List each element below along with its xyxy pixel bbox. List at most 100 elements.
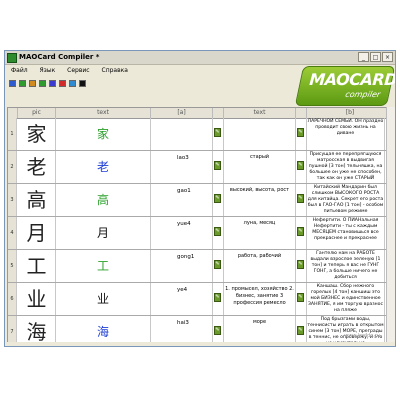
edit-cell-a: ✎ <box>213 217 224 249</box>
translation-cell[interactable]: старый <box>224 151 296 183</box>
edit-icon[interactable]: ✎ <box>297 161 304 170</box>
table-row[interactable]: 6 业业 ye4 ✎ 1. промысел, хозяйство 2. бизнес,… <box>8 283 392 316</box>
minimize-button[interactable]: _ <box>358 52 369 62</box>
mnemonic-cell[interactable]: Нефертити. О ПИАНальная Нефертити - ты с… <box>307 217 385 249</box>
edit-cell-a: ✎ <box>213 184 224 216</box>
edit-cell-b: ✎ <box>296 217 307 249</box>
toolbar-button-6[interactable] <box>59 80 66 87</box>
toolbar-button-2[interactable] <box>19 80 26 87</box>
edit-icon[interactable]: ✎ <box>214 293 221 302</box>
pinyin-cell[interactable]: ye4 <box>151 283 213 315</box>
maocard-logo: MAOCARD compiler <box>294 66 396 106</box>
row-number: 7 <box>8 316 17 344</box>
table-row[interactable]: 4 月月 yue4 ✎ луна, месяц ✎ Нефертити. О ПИАНаль… <box>8 217 392 250</box>
translation-cell[interactable]: 1. промысел, хозяйство 2. бизнес, заняти… <box>224 283 296 315</box>
pinyin-cell[interactable]: hai3 <box>151 316 213 344</box>
translation-cell[interactable]: море <box>224 316 296 344</box>
translation-cell[interactable] <box>224 118 296 150</box>
menu-service[interactable]: Сервис <box>67 65 89 77</box>
pinyin-cell[interactable]: yue4 <box>151 217 213 249</box>
menu-language[interactable]: Язык <box>40 65 56 77</box>
edit-icon[interactable]: ✎ <box>297 260 304 269</box>
toolbar-button-5[interactable] <box>49 80 56 87</box>
hanzi-colored: 月 <box>56 217 151 249</box>
edit-icon[interactable]: ✎ <box>297 227 304 236</box>
hanzi-colored: 高 <box>56 184 151 216</box>
mnemonic-cell[interactable]: Под брызгами воды, теннисисты играть в о… <box>307 316 385 344</box>
table-row[interactable]: 2 老老 lao3 ✎ старый ✎ Присущая ее перепрягшуюся… <box>8 151 392 184</box>
hanzi-colored: 业 <box>56 283 151 315</box>
menu-file[interactable]: Файл <box>11 65 28 77</box>
edit-cell-b: ✎ <box>296 184 307 216</box>
edit-icon[interactable]: ✎ <box>297 293 304 302</box>
mnemonic-cell[interactable]: Присущая ее перепрягшуюся матросская в в… <box>307 151 385 183</box>
app-window: MAOCard Compiler * _ □ × Файл Язык Серви… <box>4 50 396 347</box>
logo-title: MAOCARD <box>308 70 396 89</box>
pinyin-cell[interactable]: gao1 <box>151 184 213 216</box>
status-bar <box>5 342 395 346</box>
mnemonic-cell[interactable]: Гантелю нам на РАБОТЕ выдали взрослое зе… <box>307 250 385 282</box>
translation-cell[interactable]: работа, рабочий <box>224 250 296 282</box>
edit-cell-a: ✎ <box>213 151 224 183</box>
edit-cell-b: ✎ <box>296 151 307 183</box>
translation-cell[interactable]: высокий, высота, рост <box>224 184 296 216</box>
pinyin-cell[interactable] <box>151 118 213 150</box>
table-row[interactable]: 7 海海 hai3 ✎ море ✎ Под брызгами воды, теннисис… <box>8 316 392 344</box>
col-header-btn1 <box>213 108 224 118</box>
edit-icon[interactable]: ✎ <box>297 326 304 335</box>
edit-icon[interactable]: ✎ <box>214 128 221 137</box>
hanzi-colored: 工 <box>56 250 151 282</box>
app-icon <box>7 53 17 63</box>
row-number: 4 <box>8 217 17 249</box>
toolbar-button-7[interactable] <box>69 80 76 87</box>
edit-icon[interactable]: ✎ <box>297 128 304 137</box>
table-row[interactable]: 3 高高 gao1 ✎ высокий, высота, рост ✎ Китайский … <box>8 184 392 217</box>
hanzi-picture: 业 <box>18 283 56 315</box>
hanzi-colored: 海 <box>56 316 151 344</box>
pinyin-cell[interactable]: lao3 <box>151 151 213 183</box>
menu-help[interactable]: Справка <box>102 65 128 77</box>
mnemonic-cell[interactable]: Каншаш. Сбор нежного горелых [4 тон] кан… <box>307 283 385 315</box>
toolbar-button-8[interactable] <box>79 80 86 87</box>
mnemonic-cell[interactable]: Китайский Мандарин был слишком ВЫСОКОГО … <box>307 184 385 216</box>
edit-icon[interactable]: ✎ <box>297 194 304 203</box>
edit-cell-b: ✎ <box>296 316 307 344</box>
hanzi-picture: 高 <box>18 184 56 216</box>
maximize-button[interactable]: □ <box>370 52 381 62</box>
col-header-pic[interactable]: pic <box>18 108 56 118</box>
card-grid: pic text [a] text [b] 1 家家 ✎ ✎ ЛАРЕЧНОЙ СЕМЬ… <box>7 107 393 345</box>
col-header-btn2 <box>296 108 307 118</box>
hanzi-picture: 家 <box>18 118 56 150</box>
row-number: 2 <box>8 151 17 183</box>
col-header-b[interactable]: [b] <box>307 108 392 118</box>
toolbar-button-3[interactable] <box>29 80 36 87</box>
edit-cell-a: ✎ <box>213 118 224 150</box>
logo-subtitle: compiler <box>344 90 382 99</box>
mnemonic-cell[interactable]: ЛАРЕЧНОЙ СЕМЬИ. ОН праздно проводит свою… <box>307 118 385 150</box>
edit-icon[interactable]: ✎ <box>214 326 221 335</box>
hanzi-colored: 老 <box>56 151 151 183</box>
window-title: MAOCard Compiler * <box>19 53 100 61</box>
vertical-scrollbar[interactable] <box>386 107 395 345</box>
edit-icon[interactable]: ✎ <box>214 227 221 236</box>
pinyin-cell[interactable]: gong1 <box>151 250 213 282</box>
table-row[interactable]: 5 工工 gong1 ✎ работа, рабочий ✎ Гантелю нам на … <box>8 250 392 283</box>
edit-icon[interactable]: ✎ <box>214 260 221 269</box>
edit-cell-a: ✎ <box>213 316 224 344</box>
col-header-text[interactable]: text <box>56 108 151 118</box>
hanzi-picture: 工 <box>18 250 56 282</box>
close-button[interactable]: × <box>382 52 393 62</box>
edit-icon[interactable]: ✎ <box>214 161 221 170</box>
hanzi-picture: 月 <box>18 217 56 249</box>
col-header-a[interactable]: [a] <box>151 108 213 118</box>
table-row[interactable]: 1 家家 ✎ ✎ ЛАРЕЧНОЙ СЕМЬИ. ОН праздно проводит… <box>8 118 392 151</box>
edit-icon[interactable]: ✎ <box>214 194 221 203</box>
row-number: 1 <box>8 118 17 150</box>
row-number: 6 <box>8 283 17 315</box>
translation-cell[interactable]: луна, месяц <box>224 217 296 249</box>
col-header-text-b[interactable]: text <box>224 108 296 118</box>
toolbar-button-1[interactable] <box>9 80 16 87</box>
toolbar-button-4[interactable] <box>39 80 46 87</box>
edit-cell-a: ✎ <box>213 283 224 315</box>
hanzi-picture: 老 <box>18 151 56 183</box>
